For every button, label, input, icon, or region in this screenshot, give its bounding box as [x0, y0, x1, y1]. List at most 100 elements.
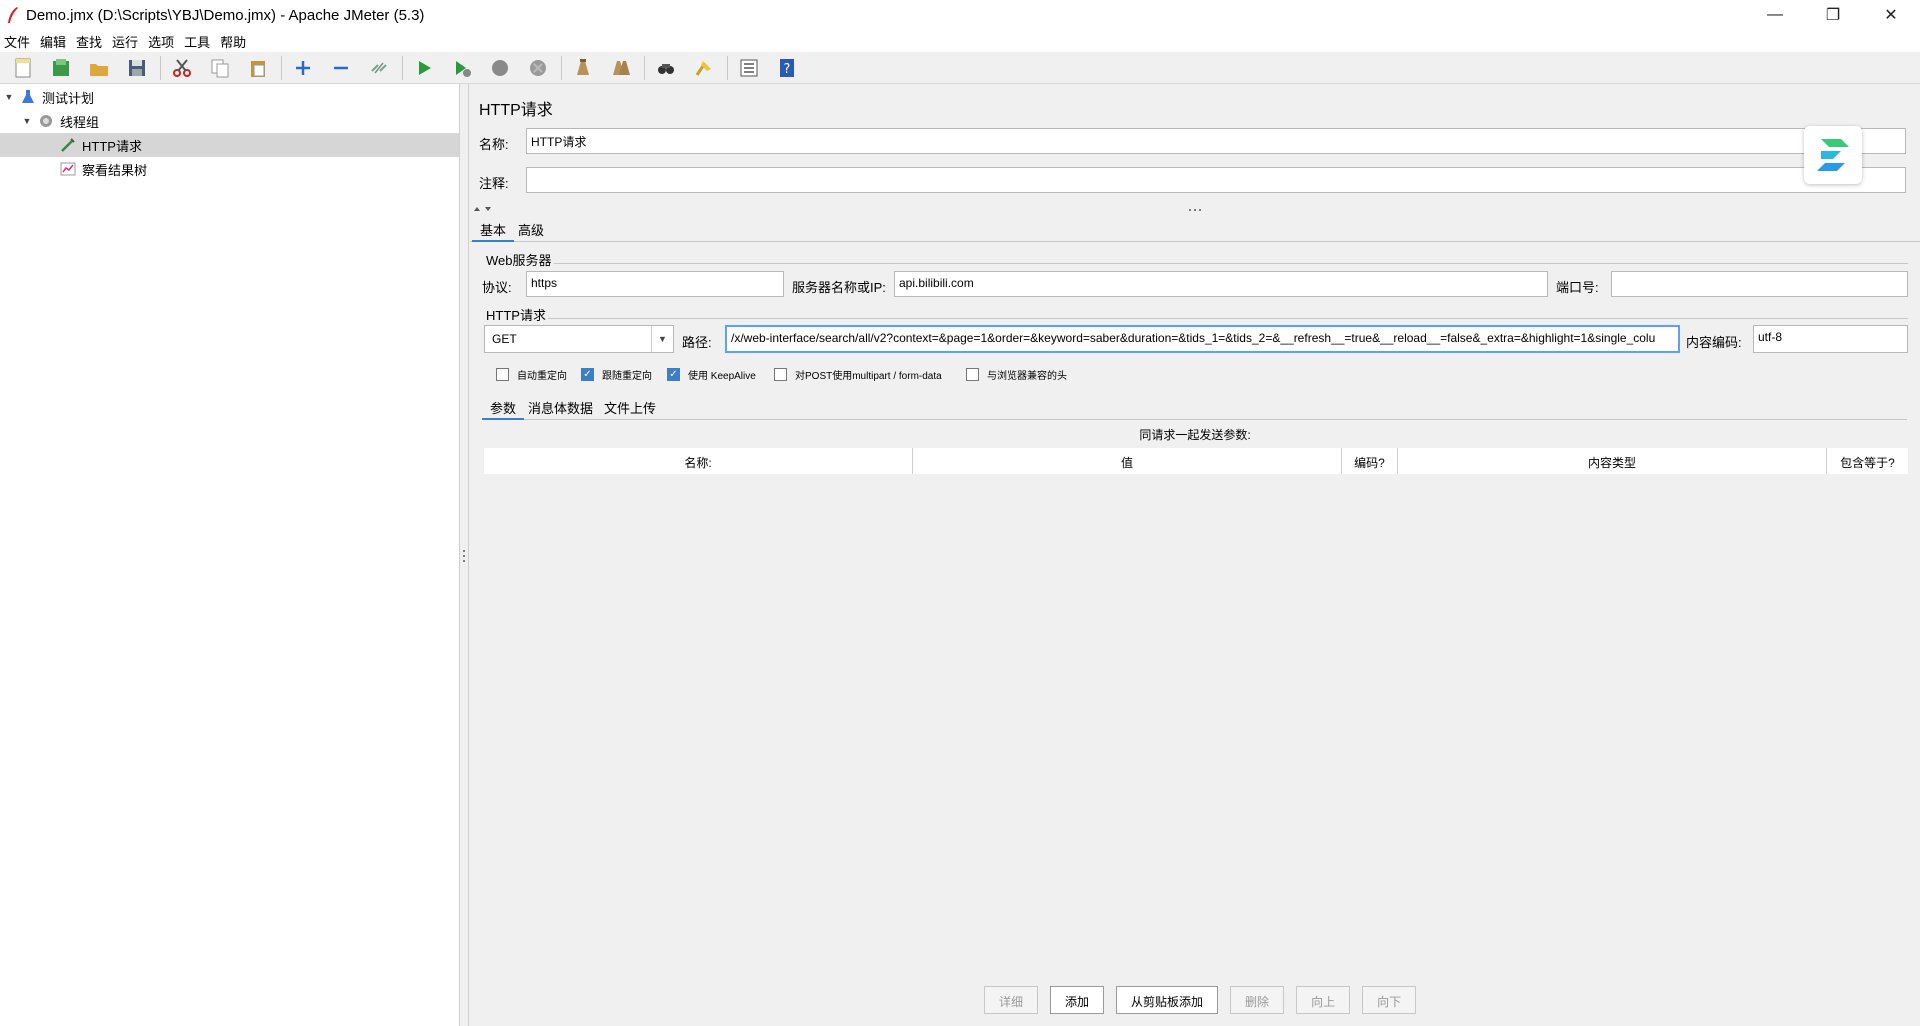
stop-icon[interactable]: [485, 54, 515, 82]
close-button[interactable]: ✕: [1862, 0, 1920, 30]
tree-node-thread-group[interactable]: ▼ 线程组: [22, 109, 99, 133]
tree-node-label: 测试计划: [42, 90, 95, 106]
checkbox-label: 跟随重定向: [602, 371, 652, 382]
protocol-field[interactable]: https: [526, 271, 784, 297]
method-select[interactable]: GET ▼: [484, 325, 674, 353]
comment-label: 注释:: [479, 176, 509, 191]
column-header-content-type[interactable]: 内容类型: [1398, 448, 1827, 474]
menu-file[interactable]: 文件: [4, 32, 30, 51]
clear-icon[interactable]: [568, 54, 598, 82]
toolbar: ?: [0, 52, 1920, 84]
checkbox-box[interactable]: [774, 368, 787, 381]
help-icon[interactable]: ?: [772, 54, 802, 82]
column-header-include-equals[interactable]: 包含等于?: [1827, 448, 1908, 474]
checkbox-box[interactable]: [966, 368, 979, 381]
menu-help[interactable]: 帮助: [220, 32, 246, 51]
tree-node-test-plan[interactable]: ▼ 测试计划: [4, 85, 94, 109]
menu-tools[interactable]: 工具: [184, 32, 210, 51]
window-title: Demo.jmx (D:\Scripts\YBJ\Demo.jmx) - Apa…: [26, 6, 425, 24]
clear-all-icon[interactable]: [606, 54, 636, 82]
add-from-clipboard-button[interactable]: 从剪贴板添加: [1116, 986, 1219, 1014]
test-tree-panel: ▼ 测试计划 ▼ 线程组 HTTP请求 察看结果树: [0, 84, 460, 1026]
search-icon[interactable]: [651, 54, 681, 82]
add-button[interactable]: 添加: [1050, 986, 1105, 1014]
menu-bar: 文件 编辑 查找 运行 选项 工具 帮助: [0, 30, 1920, 52]
http-request-group: [488, 318, 1908, 319]
column-header-encode[interactable]: 编码?: [1342, 448, 1398, 474]
tab-basic[interactable]: 基本: [472, 214, 515, 242]
collapse-icon[interactable]: [326, 54, 356, 82]
delete-button[interactable]: 删除: [1230, 986, 1285, 1014]
tab-body-data[interactable]: 消息体数据: [520, 392, 601, 420]
move-down-button[interactable]: 向下: [1362, 986, 1417, 1014]
comment-field[interactable]: [526, 167, 1906, 193]
menu-search[interactable]: 查找: [76, 32, 102, 51]
tab-file-upload[interactable]: 文件上传: [596, 392, 664, 420]
name-label: 名称:: [479, 137, 509, 152]
svg-text:?: ?: [784, 62, 791, 77]
detail-button[interactable]: 详细: [984, 986, 1039, 1014]
open-icon[interactable]: [84, 54, 114, 82]
menu-options[interactable]: 选项: [148, 32, 174, 51]
floating-app-widget[interactable]: [1804, 126, 1862, 184]
copy-icon[interactable]: [205, 54, 235, 82]
maximize-button[interactable]: ❐: [1804, 0, 1862, 30]
path-label: 路径:: [682, 335, 712, 350]
cut-icon[interactable]: [167, 54, 197, 82]
tree-node-results-tree[interactable]: 察看结果树: [60, 157, 147, 181]
reset-search-icon[interactable]: [689, 54, 719, 82]
move-up-button[interactable]: 向上: [1296, 986, 1351, 1014]
auto-redirect-checkbox[interactable]: 自动重定向: [496, 367, 567, 382]
save-icon[interactable]: [122, 54, 152, 82]
title-bar: Demo.jmx (D:\Scripts\YBJ\Demo.jmx) - Apa…: [0, 0, 1920, 30]
multipart-checkbox[interactable]: 对POST使用multipart / form-data: [774, 367, 942, 382]
tree-node-http-request[interactable]: HTTP请求: [0, 133, 459, 157]
column-header-value[interactable]: 值: [913, 448, 1342, 474]
tab-advanced[interactable]: 高级: [510, 214, 552, 242]
http-sampler-icon: [61, 138, 75, 152]
chevron-down-icon[interactable]: ▼: [651, 326, 673, 352]
browser-headers-checkbox[interactable]: 与浏览器兼容的头: [966, 367, 1067, 382]
server-label: 服务器名称或IP:: [792, 280, 886, 295]
keepalive-checkbox[interactable]: ✓ 使用 KeepAlive: [667, 367, 756, 382]
follow-redirects-checkbox[interactable]: ✓ 跟随重定向: [581, 367, 652, 382]
toggle-icon[interactable]: [364, 54, 394, 82]
shutdown-icon[interactable]: [523, 54, 553, 82]
server-field[interactable]: api.bilibili.com: [894, 271, 1548, 297]
parameters-table-body[interactable]: [484, 474, 1908, 1026]
test-plan-icon: [22, 90, 34, 103]
function-helper-icon[interactable]: [734, 54, 764, 82]
tree-node-label: 察看结果树: [82, 162, 148, 178]
table-button-row: 详细 添加 从剪贴板添加 删除 向上 向下: [984, 986, 1428, 1014]
checkbox-label: 使用 KeepAlive: [688, 371, 756, 382]
parameters-table-header: 名称: 值 编码? 内容类型 包含等于?: [484, 448, 1908, 474]
protocol-label: 协议:: [482, 280, 512, 295]
web-server-group: [488, 263, 1908, 264]
menu-edit[interactable]: 编辑: [40, 32, 66, 51]
chevron-down-icon[interactable]: ▼: [4, 92, 14, 102]
new-icon[interactable]: [8, 54, 38, 82]
checkmark-icon[interactable]: ✓: [667, 368, 680, 381]
encoding-field[interactable]: utf-8: [1753, 325, 1908, 353]
minimize-button[interactable]: —: [1746, 0, 1804, 30]
chevron-down-icon[interactable]: ▼: [22, 116, 32, 126]
tab-parameters[interactable]: 参数: [482, 392, 525, 420]
checkbox-label: 自动重定向: [517, 371, 567, 382]
templates-icon[interactable]: [46, 54, 76, 82]
results-tree-icon: [60, 162, 76, 176]
name-field[interactable]: HTTP请求: [526, 128, 1906, 154]
splitter-grip-icon[interactable]: [462, 548, 466, 564]
checkmark-icon[interactable]: ✓: [581, 368, 594, 381]
expand-icon[interactable]: [288, 54, 318, 82]
paste-icon[interactable]: [243, 54, 273, 82]
checkbox-box[interactable]: [496, 368, 509, 381]
port-field[interactable]: [1611, 271, 1908, 297]
column-header-name[interactable]: 名称:: [484, 448, 913, 474]
start-icon[interactable]: [409, 54, 439, 82]
parameters-caption: 同请求一起发送参数:: [1139, 428, 1251, 442]
http-request-panel: HTTP请求 名称: HTTP请求 注释: 基本 高级 Web服务器 协议: h…: [470, 84, 1920, 1026]
menu-run[interactable]: 运行: [112, 32, 138, 51]
jmeter-feather-icon: [8, 7, 18, 23]
start-no-pause-icon[interactable]: [447, 54, 477, 82]
path-field[interactable]: /x/web-interface/search/all/v2?context=&…: [725, 325, 1680, 353]
